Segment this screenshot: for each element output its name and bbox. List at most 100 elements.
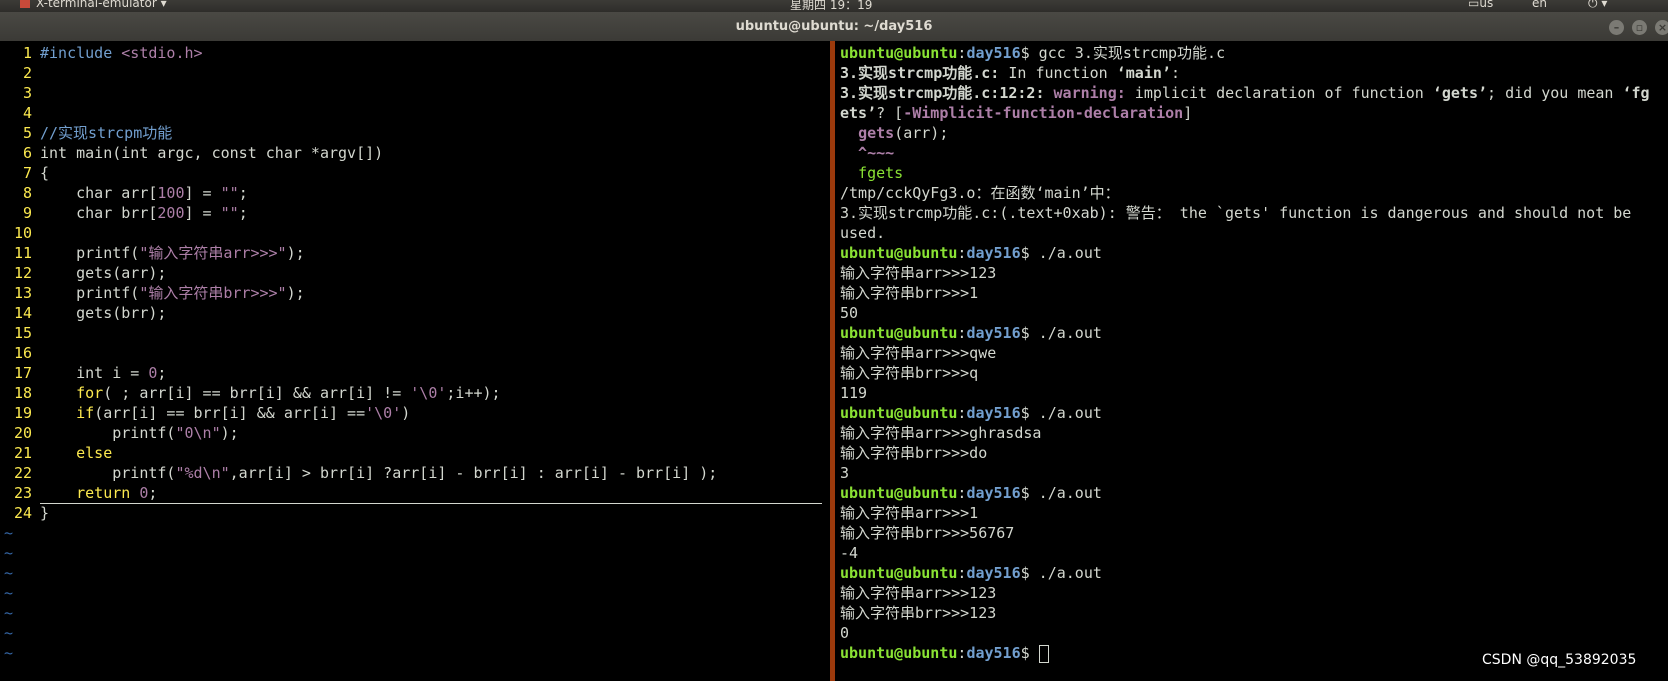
code-text: printf("0\n"); [40,424,239,442]
prompt-user: ubuntu@ubuntu [840,404,958,422]
editor-line[interactable]: 23 return 0; [0,483,157,503]
output-line: 输入字符串brr>>>do [840,444,988,462]
output-line: 输入字符串arr>>>ghrasdsa [840,424,1042,442]
line-number: 7 [22,164,32,182]
prompt-dir: day516 [966,324,1021,342]
system-menu[interactable]: ⏻ ▾ [1588,0,1607,11]
close-button[interactable]: × [1655,20,1668,35]
output-line: 3.实现strcmp功能.c:12:2: warning: implicit d… [840,84,1650,102]
editor-line[interactable]: 20 printf("0\n"); [0,423,239,443]
keyboard-icon: ▭ [1468,0,1480,10]
line-number: 8 [22,184,32,202]
code-text: printf("输入字符串brr>>>"); [40,284,305,302]
editor-line[interactable]: 5 //实现strcpm功能 [0,123,172,143]
editor-line[interactable]: 9 char brr[200] = ""; [0,203,248,223]
line-number: 3 [22,84,32,102]
editor-line[interactable]: 6 int main(int argc, const char *argv[]) [0,143,383,163]
csdn-watermark: CSDN @qq_53892035 [1482,652,1637,668]
prompt-line: ubuntu@ubuntu:day516$ ./a.out [840,404,1102,422]
line-number: 5 [22,124,32,142]
shell-terminal-pane[interactable]: ubuntu@ubuntu:day516$ gcc 3.实现strcmp功能.c… [835,41,1668,681]
output-line: 输入字符串arr>>>qwe [840,344,997,362]
empty-buffer-tilde: ~ [4,604,14,622]
line-number: 15 [13,324,32,342]
editor-line[interactable]: 17 int i = 0; [0,363,167,383]
prompt-user: ubuntu@ubuntu [840,644,958,662]
output-line: 输入字符串brr>>>q [840,364,979,382]
editor-line[interactable]: 11 printf("输入字符串arr>>>"); [0,243,305,263]
line-number: 13 [13,284,32,302]
window-title: ubuntu@ubuntu: ~/day516 [735,19,933,34]
code-text: for( ; arr[i] == brr[i] && arr[i] != '\0… [40,384,501,402]
editor-line[interactable]: 7{ [0,163,49,183]
editor-line[interactable]: 1 #include <stdio.h> [0,43,203,63]
output-line: 输入字符串brr>>>1 [840,284,979,302]
output-line: ^~~~ [840,144,895,162]
editor-line[interactable]: 13 printf("输入字符串brr>>>"); [0,283,305,303]
code-text: int main(int argc, const char *argv[]) [40,144,384,162]
output-line: used. [840,224,886,242]
output-line: gets(arr); [858,124,949,142]
prompt-dir: day516 [966,44,1021,62]
app-name: X-terminal-emulator [36,0,157,10]
code-text: int i = 0; [40,364,167,382]
output-line: fgets [840,164,904,182]
line-number: 14 [13,304,32,322]
clock[interactable]: 星期四 19：19 [790,0,872,12]
line-number: 9 [22,204,32,222]
editor-line[interactable]: 2 [0,63,40,83]
editor-line[interactable]: 22 printf("%d\n",arr[i] > brr[i] ?arr[i]… [0,463,717,483]
window-titlebar[interactable]: ubuntu@ubuntu: ~/day516 – ▫ × [0,12,1668,41]
output-line: 输入字符串arr>>>123 [840,264,997,282]
code-text: { [40,164,50,182]
line-number: 12 [13,264,32,282]
editor-line[interactable]: 12 gets(arr); [0,263,167,283]
editor-line[interactable]: 24} [0,503,49,523]
editor-line[interactable]: 16 [0,343,40,363]
code-text: gets(arr); [40,264,167,282]
editor-line[interactable]: 19 if(arr[i] == brr[i] && arr[i] =='\0') [0,403,410,423]
maximize-button[interactable]: ▫ [1632,20,1647,35]
app-menu[interactable]: X-terminal-emulator ▾ [20,0,167,10]
prompt-dir: day516 [966,244,1021,262]
output-line: 0 [840,624,850,642]
editor-line[interactable]: 21 else [0,443,112,463]
line-number: 19 [13,404,32,422]
prompt-user: ubuntu@ubuntu [840,244,958,262]
prompt-dir: day516 [966,404,1021,422]
line-number: 11 [13,244,32,262]
output-line: 50 [840,304,859,322]
empty-buffer-tilde: ~ [4,524,14,542]
line-number: 1 [22,44,32,62]
code-text: char brr[200] = ""; [40,204,248,222]
line-number: 16 [13,344,32,362]
line-number: 20 [13,424,32,442]
line-number: 4 [22,104,32,122]
prompt-line: ubuntu@ubuntu:day516$ ./a.out [840,244,1102,262]
editor-line[interactable]: 3 [0,83,40,103]
line-number: 6 [22,144,32,162]
editor-line[interactable]: 15 [0,323,40,343]
prompt-user: ubuntu@ubuntu [840,324,958,342]
vim-editor-pane[interactable]: 1 #include <stdio.h> 2 3 4 5 //实现strcpm功能 6 int … [0,41,830,681]
code-text: //实现strcpm功能 [40,124,173,142]
empty-buffer-tilde: ~ [4,544,14,562]
editor-line[interactable]: 4 [0,103,40,123]
output-line: ets’? [-Wimplicit-function-declaration] [840,104,1193,122]
prompt-line: ubuntu@ubuntu:day516$ ./a.out [840,564,1102,582]
code-text: char arr[100] = ""; [40,184,248,202]
language-indicator[interactable]: en [1532,0,1547,10]
editor-line[interactable]: 14 gets(brr); [0,303,167,323]
output-line: 输入字符串arr>>>123 [840,584,997,602]
keyboard-indicator[interactable]: ▭us [1468,0,1493,10]
terminal-cursor[interactable] [1038,644,1049,663]
prompt-line: ubuntu@ubuntu:day516$ [840,643,1049,663]
prompt-line: ubuntu@ubuntu:day516$ gcc 3.实现strcmp功能.c [840,44,1226,62]
prompt-user: ubuntu@ubuntu [840,44,958,62]
prompt-user: ubuntu@ubuntu [840,564,958,582]
empty-buffer-tilde: ~ [4,644,14,662]
editor-line[interactable]: 18 for( ; arr[i] == brr[i] && arr[i] != … [0,383,501,403]
editor-line[interactable]: 10 [0,223,40,243]
editor-line[interactable]: 8 char arr[100] = ""; [0,183,248,203]
minimize-button[interactable]: – [1609,20,1624,35]
